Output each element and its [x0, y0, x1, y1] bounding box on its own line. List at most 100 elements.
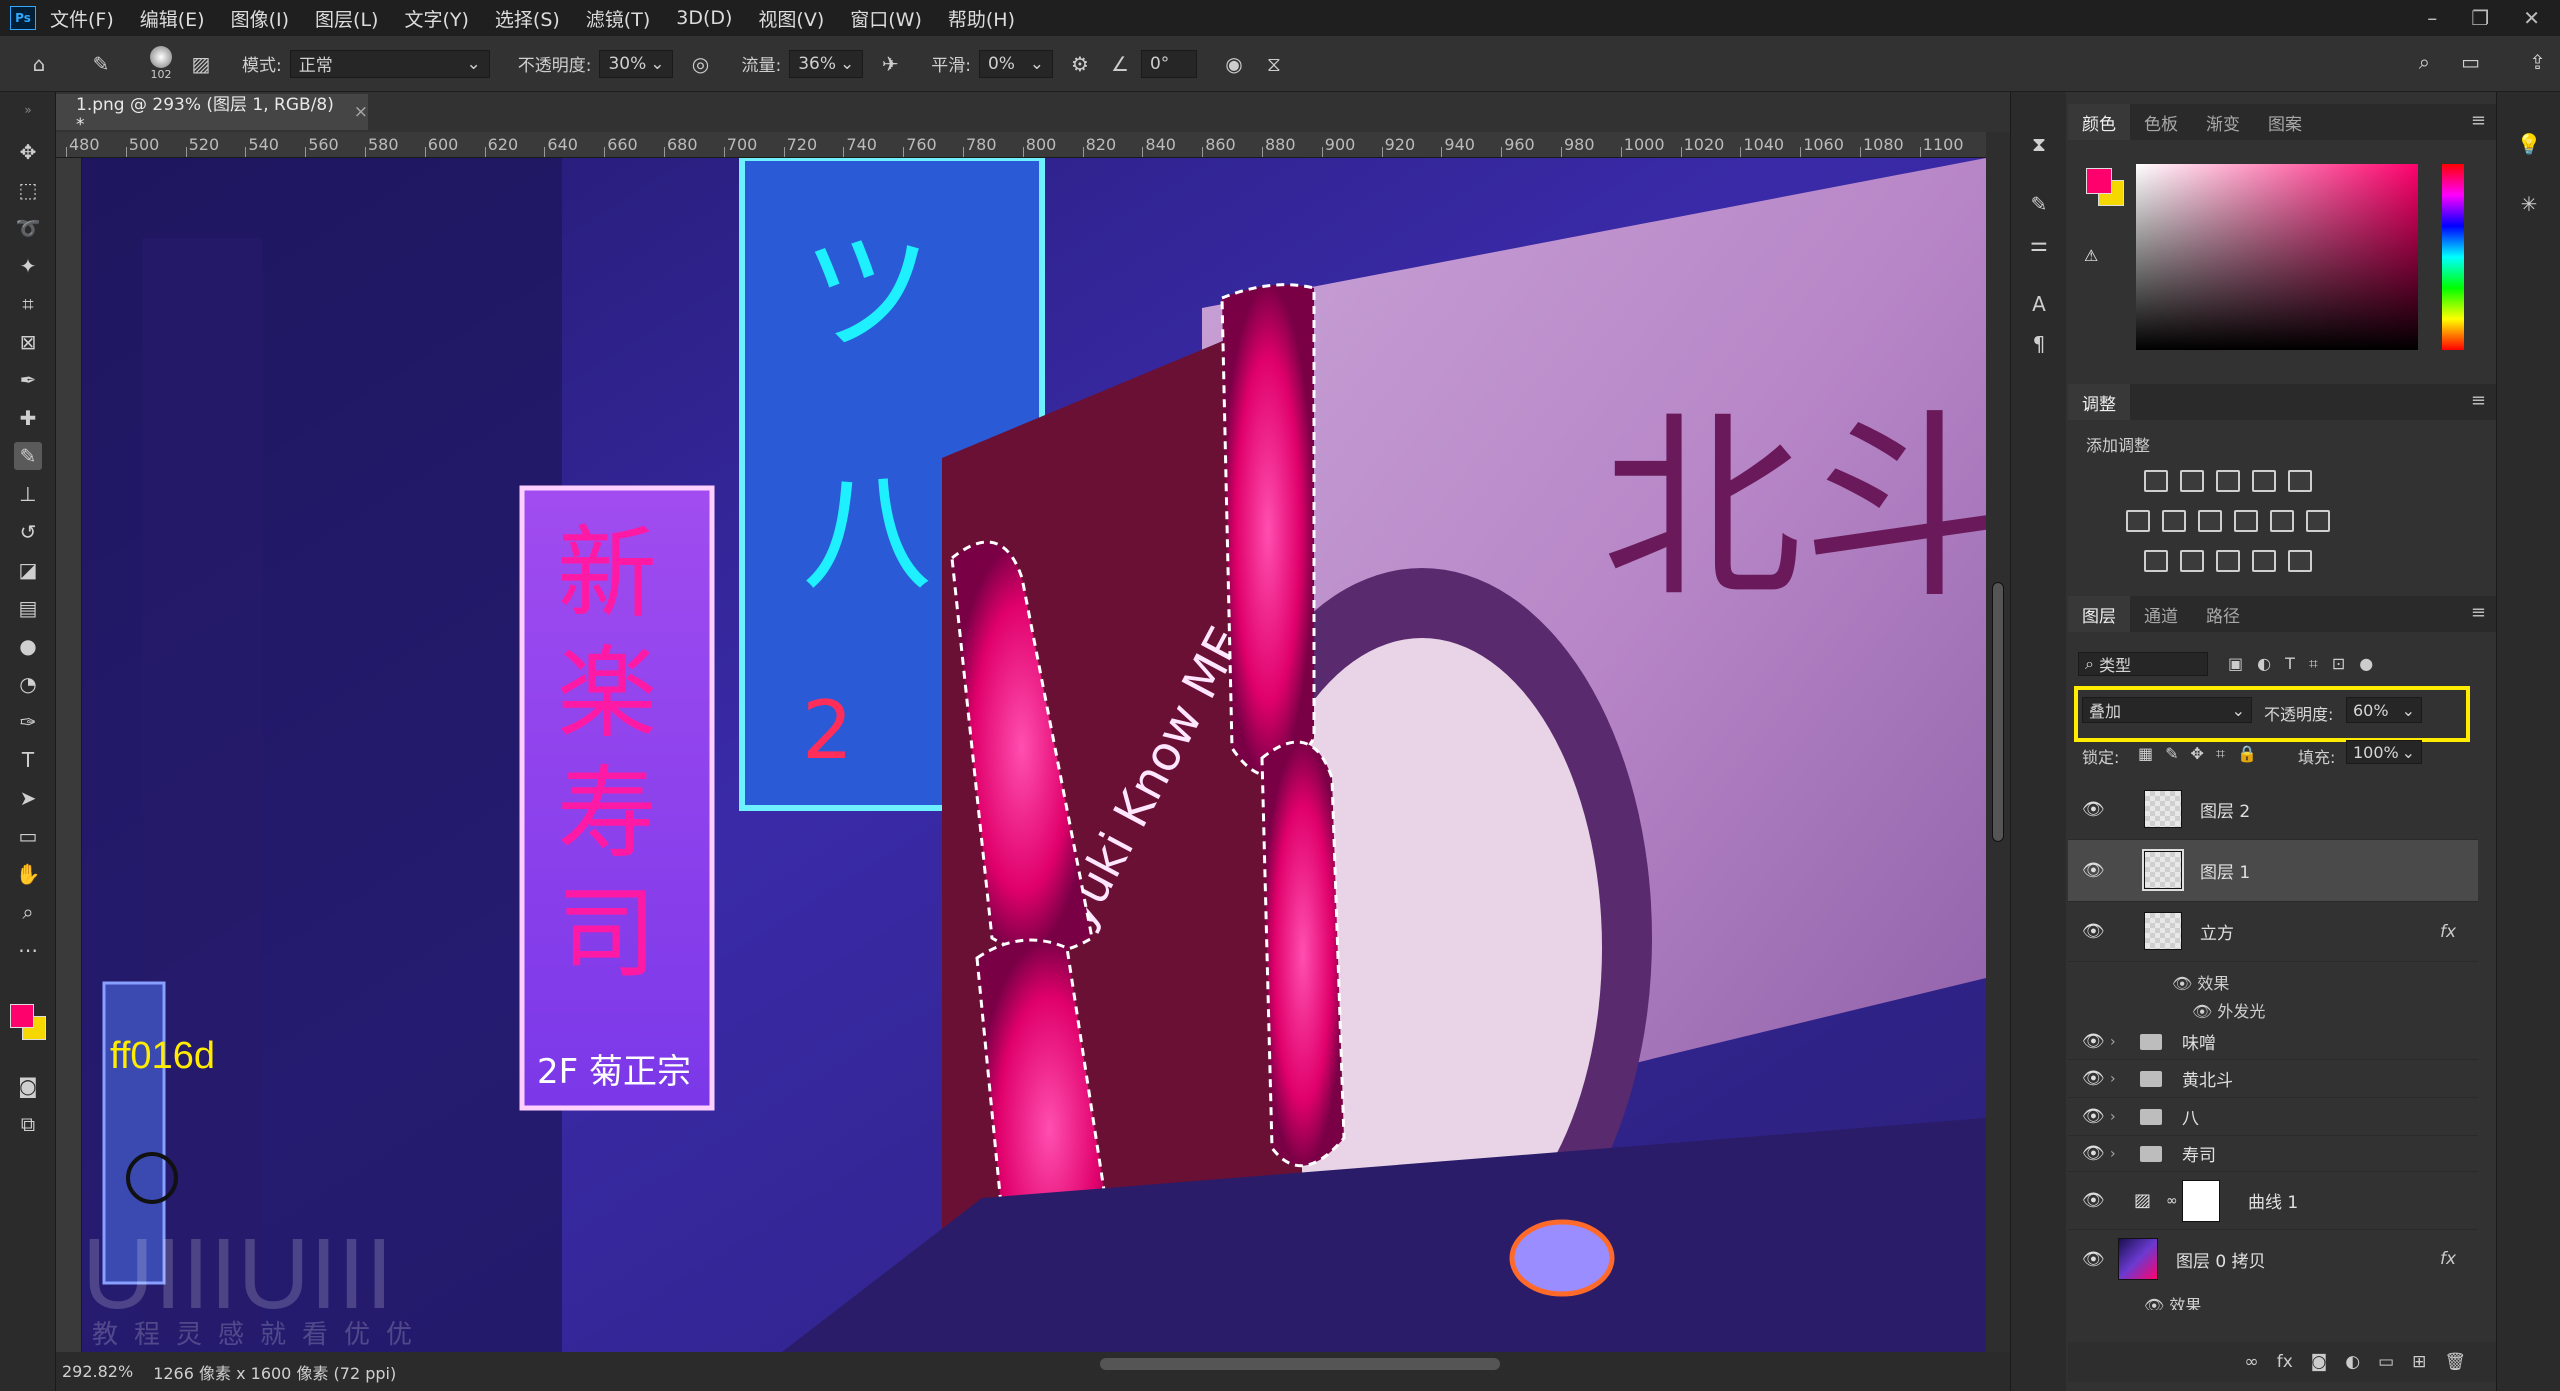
menu-window[interactable]: 窗口(W)	[850, 5, 922, 32]
character-panel-icon[interactable]: A	[2025, 290, 2053, 318]
brush-tool-icon[interactable]: ✎	[14, 442, 42, 470]
tab-gradients[interactable]: 渐变	[2192, 110, 2254, 135]
new-adjustment-icon[interactable]: ◐	[2345, 1352, 2360, 1372]
levels-adjust-icon[interactable]	[2180, 470, 2204, 492]
tab-swatches[interactable]: 色板	[2130, 110, 2192, 135]
lock-icons[interactable]: ▦✎✥⌗🔒	[2138, 744, 2269, 764]
tab-color[interactable]: 颜色	[2068, 104, 2130, 140]
color-balance-adjust-icon[interactable]	[2162, 510, 2186, 532]
mode-select[interactable]: 正常 ⌄	[289, 49, 490, 78]
new-group-icon[interactable]: ▭	[2378, 1352, 2394, 1372]
layer-mask-thumbnail[interactable]	[2182, 1180, 2220, 1222]
eye-icon[interactable]: 👁	[2082, 1249, 2105, 1270]
libraries-icon[interactable]: ✳	[2515, 190, 2543, 218]
layer-filter-select[interactable]: ⌕ 类型	[2078, 652, 2208, 676]
fx-add-icon[interactable]: fx	[2277, 1352, 2293, 1372]
document-canvas[interactable]: ツ 八 2 新 楽 寿 司 2F 菊正宗 北斗 Tyuki Know ME ff…	[82, 158, 1986, 1352]
effect-item[interactable]: 👁 外发光	[2192, 998, 2265, 1022]
eye-icon[interactable]: 👁	[2082, 1068, 2105, 1089]
document-tab[interactable]: 1.png @ 293% (图层 1, RGB/8) * ×	[56, 94, 368, 135]
symmetry-icon[interactable]: ⧖	[1261, 51, 1287, 77]
exposure-adjust-icon[interactable]	[2252, 470, 2276, 492]
paragraph-panel-icon[interactable]: ¶	[2025, 330, 2053, 358]
group-row[interactable]: 👁 › 味噌	[2068, 1024, 2478, 1060]
eye-icon[interactable]: 👁	[2192, 1002, 2212, 1021]
link-icon[interactable]: ∞	[2166, 1193, 2178, 1209]
eyedropper-tool-icon[interactable]: ✒	[14, 366, 42, 394]
delete-layer-icon[interactable]: 🗑	[2444, 1352, 2466, 1372]
vibrance-adjust-icon[interactable]	[2288, 470, 2312, 492]
workspace-icon[interactable]: ▭	[2461, 50, 2480, 74]
new-layer-icon[interactable]: ⊞	[2412, 1352, 2426, 1372]
channel-mixer-adjust-icon[interactable]	[2270, 510, 2294, 532]
brush-size-picker[interactable]: 102	[148, 44, 174, 84]
frame-tool-icon[interactable]: ⊠	[14, 328, 42, 356]
menu-image[interactable]: 图像(I)	[231, 5, 289, 32]
crop-tool-icon[interactable]: ⌗	[14, 290, 42, 318]
tab-channels[interactable]: 通道	[2130, 602, 2192, 627]
photo-filter-adjust-icon[interactable]	[2234, 510, 2258, 532]
flow-field[interactable]: 36% ⌄	[789, 49, 864, 78]
add-mask-icon[interactable]: ◙	[2311, 1352, 2328, 1372]
layer-row[interactable]: 👁 立方 fx	[2068, 902, 2478, 962]
panel-menu-icon[interactable]: ≡	[2471, 602, 2486, 623]
layer-row[interactable]: 👁 图层 0 拷贝 fx	[2068, 1230, 2478, 1288]
pressure-opacity-icon[interactable]: ◎	[687, 51, 713, 77]
group-row[interactable]: 👁 › 寿司	[2068, 1136, 2478, 1172]
eye-icon[interactable]: 👁	[2082, 1031, 2105, 1052]
fill-field[interactable]: 100% ⌄	[2346, 740, 2422, 764]
color-lookup-adjust-icon[interactable]	[2306, 510, 2330, 532]
gamut-warning-icon[interactable]: ⚠	[2084, 246, 2098, 265]
tab-patterns[interactable]: 图案	[2254, 110, 2316, 135]
rectangle-tool-icon[interactable]: ▭	[14, 822, 42, 850]
zoom-tool-icon[interactable]: ⌕	[14, 898, 42, 926]
panel-menu-icon[interactable]: ≡	[2471, 390, 2486, 411]
selective-color-adjust-icon[interactable]	[2252, 550, 2276, 572]
curves-adjust-icon[interactable]	[2216, 470, 2240, 492]
invert-adjust-icon[interactable]	[2144, 550, 2168, 572]
black-white-adjust-icon[interactable]	[2198, 510, 2222, 532]
fx-icon[interactable]: fx	[2440, 1249, 2456, 1269]
menu-help[interactable]: 帮助(H)	[948, 5, 1015, 32]
eye-icon[interactable]: 👁	[2082, 1143, 2105, 1164]
search-icon[interactable]: ⌕	[2419, 50, 2430, 74]
menu-3d[interactable]: 3D(D)	[676, 7, 732, 29]
collapse-icon[interactable]: »	[14, 96, 42, 124]
move-tool-icon[interactable]: ✥	[14, 138, 42, 166]
quick-mask-icon[interactable]: ◙	[14, 1072, 42, 1100]
blend-mode-select[interactable]: 叠加 ⌄	[2082, 697, 2252, 723]
gear-icon[interactable]: ⚙	[1067, 51, 1093, 77]
pressure-size-icon[interactable]: ◉	[1221, 51, 1247, 77]
brightness-adjust-icon[interactable]	[2144, 470, 2168, 492]
magic-wand-tool-icon[interactable]: ✦	[14, 252, 42, 280]
layer-filter-icons[interactable]: ▣◐T⌗⊡●	[2228, 654, 2387, 674]
blur-tool-icon[interactable]: ●	[14, 632, 42, 660]
airbrush-icon[interactable]: ✈	[877, 51, 903, 77]
brush-panel-icon[interactable]: ✎	[2025, 190, 2053, 218]
menu-file[interactable]: 文件(F)	[50, 5, 114, 32]
gradient-map-adjust-icon[interactable]	[2288, 550, 2312, 572]
healing-tool-icon[interactable]: ✚	[14, 404, 42, 432]
fx-icon[interactable]: fx	[2440, 922, 2456, 942]
effects-header[interactable]: 👁 效果	[2144, 1292, 2201, 1310]
chevron-right-icon[interactable]: ›	[2110, 1071, 2116, 1087]
menu-layer[interactable]: 图层(L)	[315, 5, 378, 32]
restore-icon[interactable]: ❐	[2471, 6, 2489, 30]
gradient-tool-icon[interactable]: ▤	[14, 594, 42, 622]
link-layers-icon[interactable]: ∞	[2245, 1352, 2259, 1372]
scroll-thumb[interactable]	[1992, 582, 2004, 842]
stamp-tool-icon[interactable]: ⊥	[14, 480, 42, 508]
tab-adjustments[interactable]: 调整	[2068, 384, 2130, 420]
path-select-tool-icon[interactable]: ➤	[14, 784, 42, 812]
menu-filter[interactable]: 滤镜(T)	[586, 5, 650, 32]
minimize-icon[interactable]: –	[2427, 6, 2437, 30]
brush-preset-icon[interactable]: ✎	[88, 51, 114, 77]
tab-paths[interactable]: 路径	[2192, 602, 2254, 627]
history-panel-icon[interactable]: ⧗	[2025, 130, 2053, 158]
color-foreground-swatch[interactable]	[2086, 168, 2112, 194]
layer-row-selected[interactable]: 👁 图层 1	[2068, 840, 2478, 902]
lasso-tool-icon[interactable]: ➰	[14, 214, 42, 242]
dodge-tool-icon[interactable]: ◔	[14, 670, 42, 698]
image-dimensions[interactable]: 1266 像素 x 1600 像素 (72 ppi)	[153, 1360, 396, 1384]
angle-field[interactable]: 0°	[1140, 49, 1197, 78]
